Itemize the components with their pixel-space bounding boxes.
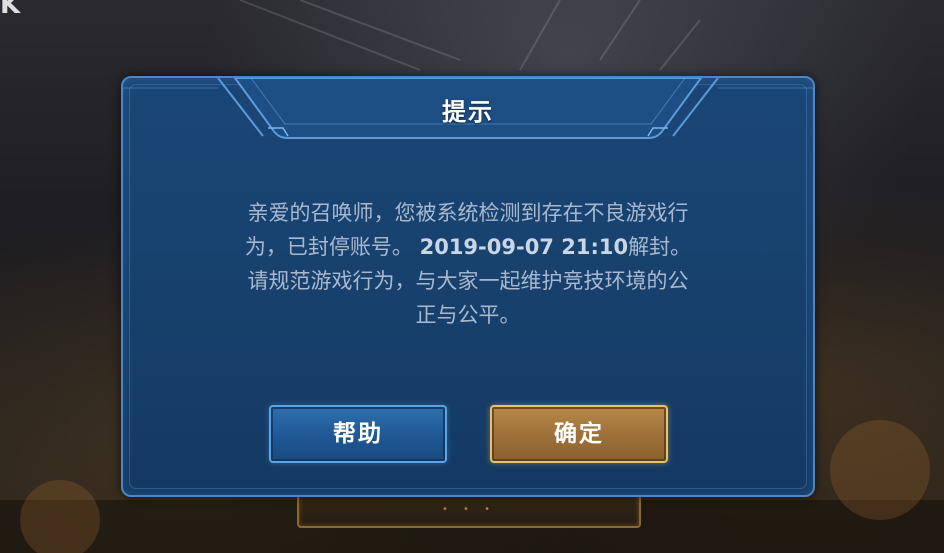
ban-notice-dialog: 提示 亲爱的召唤师，您被系统检测到存在不良游戏行 为，已封停账号。 2019-0… [121, 76, 815, 497]
help-button[interactable]: 帮助 [269, 405, 447, 463]
message-line-2: 为，已封停账号。 2019-09-07 21:10解封。 [163, 230, 773, 264]
message-line-3: 请规范游戏行为，与大家一起维护竞技环境的公 [247, 269, 689, 293]
background-start-button-label: • • • [441, 504, 497, 515]
message-line-4: 正与公平。 [415, 303, 521, 327]
game-scene: K • • • 提示 亲爱的召唤师，您被系统检测到存在不良游戏行 为，已封停账号… [0, 0, 944, 553]
background-logo: K [0, 0, 20, 20]
confirm-button[interactable]: 确定 [490, 405, 668, 463]
dialog-message: 亲爱的召唤师，您被系统检测到存在不良游戏行 为，已封停账号。 2019-09-0… [163, 196, 773, 332]
message-line-1: 亲爱的召唤师，您被系统检测到存在不良游戏行 [247, 201, 689, 225]
dialog-title: 提示 [442, 98, 494, 126]
unban-datetime: 2019-09-07 21:10 [419, 235, 629, 259]
message-line-2-suffix: 解封。 [628, 235, 692, 259]
message-line-2-prefix: 为，已封停账号。 [244, 235, 413, 259]
